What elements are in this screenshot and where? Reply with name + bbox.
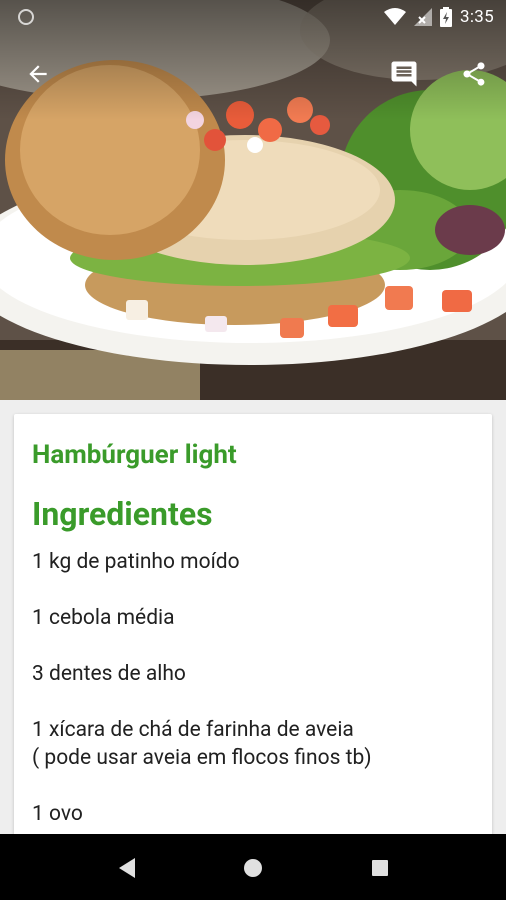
ingredient-item: 1 xícara de chá de farinha de aveia ( po… — [32, 718, 372, 770]
ingredient-item: 1 kg de patinho moído — [32, 550, 240, 574]
status-time: 3:35 — [460, 7, 494, 27]
notification-dot-icon — [18, 9, 34, 25]
comments-button[interactable] — [386, 58, 422, 90]
screen: 3:35 Hambúrguer light Ingredientes 1 kg … — [0, 0, 506, 900]
home-circle-icon — [244, 859, 262, 877]
back-triangle-icon — [119, 858, 135, 878]
ingredient-item: 1 cebola média — [32, 606, 175, 630]
back-arrow-icon — [29, 65, 47, 83]
ingredient-item: 3 dentes de alho — [32, 662, 186, 686]
recipe-card: Hambúrguer light Ingredientes 1 kg de pa… — [14, 414, 492, 894]
recents-square-icon — [372, 860, 388, 876]
battery-icon — [440, 7, 453, 27]
status-bar: 3:35 — [0, 0, 506, 34]
wifi-icon — [384, 8, 407, 25]
nav-recents-button[interactable] — [368, 856, 392, 880]
toolbar — [0, 50, 506, 98]
comment-icon — [391, 61, 417, 87]
ingredient-item: 1 ovo — [32, 802, 83, 826]
nav-back-button[interactable] — [115, 856, 139, 880]
back-button[interactable] — [20, 58, 56, 90]
ingredients-heading: Ingredientes — [32, 495, 213, 533]
share-button[interactable] — [456, 58, 492, 90]
navigation-bar — [0, 834, 506, 900]
nav-home-button[interactable] — [241, 856, 265, 880]
status-icons: 3:35 — [384, 7, 494, 27]
signal-icon — [414, 8, 433, 26]
share-icon — [463, 62, 485, 86]
recipe-title: Hambúrguer light — [32, 440, 237, 470]
